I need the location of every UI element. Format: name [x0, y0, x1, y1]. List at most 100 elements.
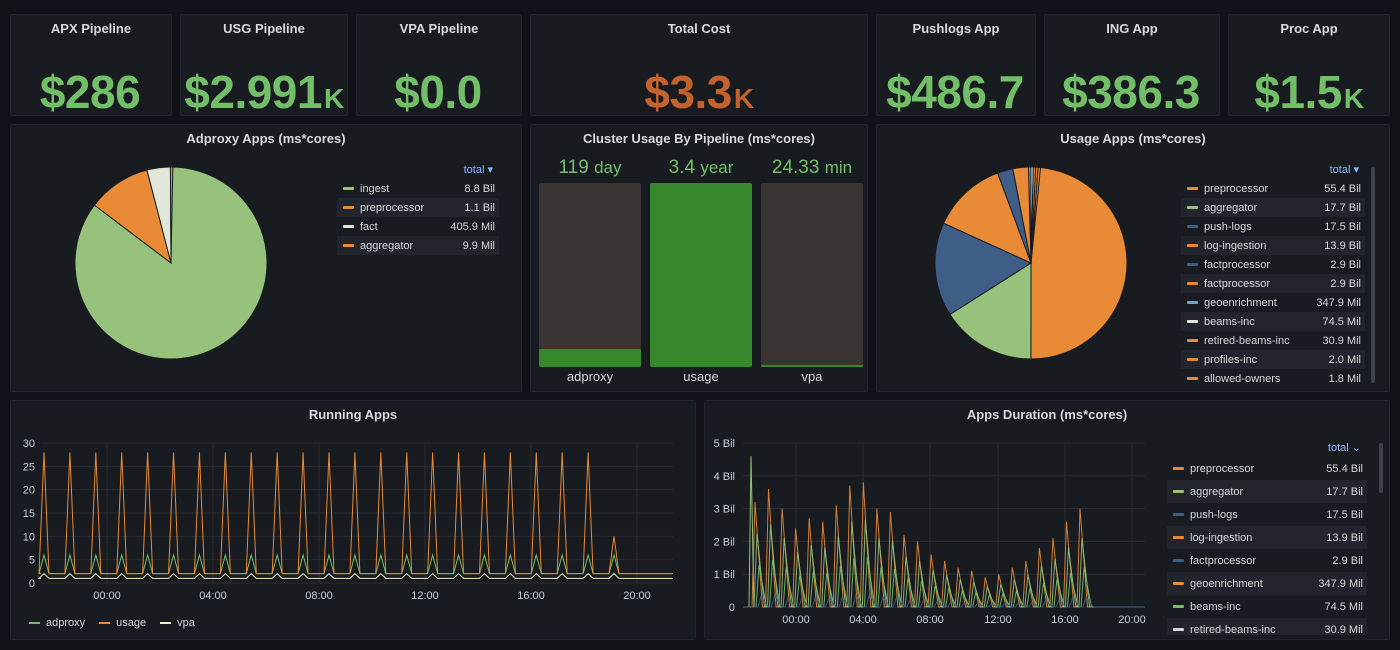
legend-item[interactable]: retired-beams-inc 30.9 Mil	[1167, 618, 1367, 635]
legend-swatch	[1173, 490, 1184, 493]
legend-value: 30.9 Mil	[1322, 334, 1361, 347]
stat-panel-ing[interactable]: ING App $386.3	[1044, 14, 1220, 116]
adproxy-pie-chart[interactable]	[71, 163, 271, 363]
legend-item[interactable]: adproxy	[29, 617, 85, 629]
legend-value: 30.9 Mil	[1324, 623, 1363, 636]
legend-scrollbar[interactable]	[1371, 167, 1375, 383]
legend-value: 13.9 Bil	[1326, 531, 1363, 544]
running-apps-chart[interactable]: 0 5 10 15 20 25 30 00:00 04:00 08:00 12:00 16:00 20:…	[11, 431, 691, 611]
legend-item[interactable]: log-ingestion 13.9 Bil	[1181, 236, 1365, 255]
legend-value: 8.8 Bil	[464, 182, 495, 195]
legend-item[interactable]: factprocessor 2.9 Bil	[1181, 274, 1365, 293]
legend-label: factprocessor	[1204, 277, 1271, 290]
stat-title: Proc App	[1280, 21, 1338, 36]
legend-item[interactable]: ingest 8.8 Bil	[337, 179, 499, 198]
legend-label: aggregator	[1204, 201, 1258, 214]
legend-item[interactable]: beams-inc 74.5 Mil	[1167, 595, 1367, 618]
usage-pie-chart[interactable]	[931, 163, 1131, 363]
series-line-preprocessor[interactable]	[743, 482, 1145, 608]
y-tick-label: 20	[23, 485, 35, 497]
bar-gauge-value: 3.4 year	[668, 157, 734, 178]
bar-gauge-fill-vpa[interactable]	[761, 365, 863, 367]
legend-item[interactable]: factprocessor 2.9 Bil	[1181, 255, 1365, 274]
bar-gauge-value: 119 day	[558, 157, 622, 178]
legend-item[interactable]: beams-inc 74.5 Mil	[1181, 312, 1365, 331]
legend-item[interactable]: aggregator 17.7 Bil	[1181, 198, 1365, 217]
legend-item[interactable]: usage	[99, 617, 146, 629]
legend-swatch	[1173, 628, 1184, 631]
stat-panel-usg[interactable]: USG Pipeline $2.991K	[180, 14, 348, 116]
legend-item[interactable]: aggregator 9.9 Mil	[337, 236, 499, 255]
x-tick-label: 16:00	[1051, 614, 1079, 626]
legend-item[interactable]: push-logs 17.5 Bil	[1181, 217, 1365, 236]
legend-value: 55.4 Bil	[1326, 462, 1363, 475]
apps-duration-panel[interactable]: Apps Duration (ms*cores) 0 1 Bil 2 Bil 3 Bi…	[704, 400, 1390, 640]
legend-item[interactable]: push-logs 17.5 Bil	[1167, 503, 1367, 526]
legend-swatch	[343, 206, 354, 209]
legend-swatch	[99, 622, 111, 624]
legend-item[interactable]: factprocessor 2.9 Bil	[1167, 549, 1367, 572]
bar-gauge-label: adproxy	[566, 369, 614, 384]
legend-label: preprocessor	[1190, 462, 1255, 475]
legend-sort-header[interactable]: total ▾	[337, 161, 499, 179]
legend-item[interactable]: log-ingestion 13.9 Bil	[1167, 526, 1367, 549]
legend-label: vpa	[177, 617, 195, 629]
stat-panel-total-cost[interactable]: Total Cost $3.3K	[530, 14, 868, 116]
legend-item[interactable]: vpa	[160, 617, 195, 629]
stat-panel-pushlogs[interactable]: Pushlogs App $486.7	[876, 14, 1036, 116]
legend-item[interactable]: preprocessor 55.4 Bil	[1167, 457, 1367, 480]
stat-value: $2.991K	[184, 66, 344, 116]
bar-gauge-fill-usage[interactable]	[650, 183, 752, 367]
legend-value: 405.9 Mil	[450, 220, 495, 233]
legend-label: log-ingestion	[1190, 531, 1253, 544]
stat-panel-apx[interactable]: APX Pipeline $286	[10, 14, 172, 116]
legend-item[interactable]: preprocessor 55.4 Bil	[1181, 179, 1365, 198]
apps-duration-chart[interactable]: 0 1 Bil 2 Bil 3 Bil 4 Bil 5 Bil 00:00 04:00 08:0…	[705, 431, 1155, 636]
legend-item[interactable]: geoenrichment 347.9 Mil	[1181, 293, 1365, 312]
adproxy-apps-panel[interactable]: Adproxy Apps (ms*cores) total ▾ ingest 8.…	[10, 124, 522, 392]
legend-scrollbar[interactable]	[1379, 443, 1383, 493]
legend-swatch	[1187, 225, 1198, 228]
legend-item[interactable]: retired-beams-inc 30.9 Mil	[1181, 331, 1365, 350]
legend-item[interactable]: profiles-inc 2.0 Mil	[1181, 350, 1365, 369]
legend-swatch	[343, 244, 354, 247]
legend-item[interactable]: aggregator 17.7 Bil	[1167, 480, 1367, 503]
legend-value: 1.8 Mil	[1328, 372, 1361, 385]
running-apps-legend: adproxy usage vpa	[29, 617, 195, 629]
usage-legend: total ▾ preprocessor 55.4 Bil aggregator 17…	[1181, 161, 1365, 388]
cluster-usage-panel[interactable]: Cluster Usage By Pipeline (ms*cores) 119…	[530, 124, 868, 392]
legend-swatch	[160, 622, 172, 624]
running-apps-panel[interactable]: Running Apps 0 5 10 15 20 25 30 00:00 04:00 08:00…	[10, 400, 696, 640]
series-line-adproxy[interactable]	[38, 553, 673, 575]
usage-apps-panel[interactable]: Usage Apps (ms*cores) total ▾ preprocess…	[876, 124, 1390, 392]
pie-slice-preprocessor[interactable]	[1030, 166, 1128, 360]
stat-panel-vpa[interactable]: VPA Pipeline $0.0	[356, 14, 522, 116]
x-tick-label: 16:00	[517, 590, 545, 602]
legend-swatch	[1173, 559, 1184, 562]
legend-item[interactable]: geoenrichment 347.9 Mil	[1167, 572, 1367, 595]
x-tick-label: 00:00	[782, 614, 810, 626]
legend-item[interactable]: fact 405.9 Mil	[337, 217, 499, 236]
series-line-vpa[interactable]	[37, 572, 673, 579]
legend-item[interactable]: allowed-owners 1.8 Mil	[1181, 369, 1365, 388]
legend-value: 1.1 Bil	[464, 201, 495, 214]
legend-value: 74.5 Mil	[1322, 315, 1361, 328]
legend-item[interactable]: preprocessor 1.1 Bil	[337, 198, 499, 217]
legend-value: 13.9 Bil	[1324, 239, 1361, 252]
x-tick-label: 20:00	[623, 590, 651, 602]
y-tick-label: 15	[23, 508, 35, 520]
legend-sort-header[interactable]: total ▾	[1181, 161, 1365, 179]
legend-swatch	[1173, 513, 1184, 516]
stat-value: $286	[39, 66, 141, 116]
legend-swatch	[1173, 605, 1184, 608]
y-tick-label: 1 Bil	[714, 569, 735, 581]
y-tick-label: 3 Bil	[714, 504, 735, 516]
stat-panel-proc[interactable]: Proc App $1.5K	[1228, 14, 1390, 116]
bar-gauge-fill-adproxy[interactable]	[539, 348, 641, 367]
legend-sort-header[interactable]: total ⌄	[1167, 439, 1367, 457]
y-tick-label: 0	[29, 578, 35, 590]
legend-value: 2.0 Mil	[1328, 353, 1361, 366]
legend-label: ingest	[360, 182, 390, 195]
stat-title: Pushlogs App	[912, 21, 1000, 36]
series-spike[interactable]	[748, 456, 755, 608]
